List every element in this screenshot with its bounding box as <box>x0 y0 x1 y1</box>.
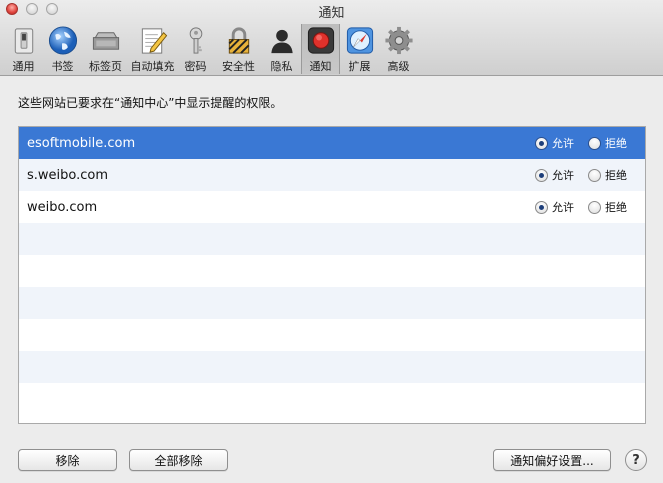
site-row[interactable]: weibo.com 允许 拒绝 <box>19 191 645 223</box>
tabs-icon <box>92 32 119 50</box>
remove-button[interactable]: 移除 <box>18 449 117 471</box>
toolbar-label: 隐私 <box>270 60 293 73</box>
toolbar-label: 高级 <box>387 60 410 73</box>
deny-radio[interactable]: 拒绝 <box>588 135 627 151</box>
radio-indicator <box>535 200 548 214</box>
allow-label: 允许 <box>552 201 574 214</box>
radio-indicator <box>535 168 548 182</box>
toolbar-label: 自动填充 <box>130 60 175 73</box>
permission-radio-group: 允许 拒绝 <box>521 127 627 159</box>
toolbar-label: 密码 <box>184 60 207 73</box>
allow-radio[interactable]: 允许 <box>535 199 574 215</box>
globe-icon <box>48 26 77 55</box>
remove-all-button[interactable]: 全部移除 <box>129 449 228 471</box>
help-button[interactable]: ? <box>625 449 647 471</box>
general-switch-icon <box>14 28 33 54</box>
compass-icon <box>346 27 373 54</box>
preferences-window: 通知 通用 书签 标签页 自动填充 密码 安全性 隐私 通知 扩展 高级 这些网… <box>0 0 663 483</box>
key-icon <box>189 27 202 54</box>
gear-icon <box>384 26 413 55</box>
toolbar-label: 书签 <box>51 60 74 73</box>
empty-row <box>19 319 645 351</box>
toolbar-item-general[interactable]: 通用 <box>4 24 43 74</box>
person-silhouette-icon <box>270 29 293 54</box>
toolbar-label: 通知 <box>309 60 332 73</box>
allow-label: 允许 <box>552 169 574 182</box>
permissions-description: 这些网站已要求在“通知中心”中显示提醒的权限。 <box>18 96 283 110</box>
toolbar-item-privacy[interactable]: 隐私 <box>262 24 301 74</box>
permission-radio-group: 允许 拒绝 <box>521 191 627 223</box>
title-bar: 通知 通用 书签 标签页 自动填充 密码 安全性 隐私 通知 扩展 高级 <box>0 0 663 76</box>
deny-label: 拒绝 <box>605 201 627 214</box>
lock-icon <box>228 27 249 54</box>
radio-indicator <box>535 136 548 150</box>
radio-indicator <box>588 200 601 214</box>
deny-radio[interactable]: 拒绝 <box>588 167 627 183</box>
empty-row <box>19 287 645 319</box>
empty-row <box>19 351 645 383</box>
radio-indicator <box>588 136 601 150</box>
toolbar-item-tabs[interactable]: 标签页 <box>82 24 129 74</box>
empty-row <box>19 383 645 415</box>
site-row[interactable]: esoftmobile.com 允许 拒绝 <box>19 127 645 159</box>
deny-radio[interactable]: 拒绝 <box>588 199 627 215</box>
toolbar-item-advanced[interactable]: 高级 <box>379 24 418 74</box>
allow-radio[interactable]: 允许 <box>535 167 574 183</box>
window-title: 通知 <box>318 6 345 21</box>
toolbar-label: 标签页 <box>89 60 122 73</box>
toolbar-item-extensions[interactable]: 扩展 <box>340 24 379 74</box>
empty-row <box>19 255 645 287</box>
preferences-toolbar: 通用 书签 标签页 自动填充 密码 安全性 隐私 通知 扩展 高级 <box>4 24 418 74</box>
site-row[interactable]: s.weibo.com 允许 拒绝 <box>19 159 645 191</box>
toolbar-item-passwords[interactable]: 密码 <box>176 24 215 74</box>
toolbar-label: 安全性 <box>222 60 255 73</box>
toolbar-label: 通用 <box>12 60 35 73</box>
pencil-form-icon <box>141 28 167 54</box>
permission-radio-group: 允许 拒绝 <box>521 159 627 191</box>
deny-label: 拒绝 <box>605 137 627 150</box>
toolbar-item-autofill[interactable]: 自动填充 <box>129 24 176 74</box>
allow-radio[interactable]: 允许 <box>535 135 574 151</box>
deny-label: 拒绝 <box>605 169 627 182</box>
notification-record-icon <box>307 27 334 54</box>
empty-row <box>19 223 645 255</box>
toolbar-item-security[interactable]: 安全性 <box>215 24 262 74</box>
toolbar-item-bookmarks[interactable]: 书签 <box>43 24 82 74</box>
site-permissions-list[interactable]: esoftmobile.com 允许 拒绝 s.weibo.com 允许 拒绝 … <box>18 126 646 424</box>
allow-label: 允许 <box>552 137 574 150</box>
toolbar-item-notifications[interactable]: 通知 <box>301 24 340 74</box>
radio-indicator <box>588 168 601 182</box>
toolbar-label: 扩展 <box>348 60 371 73</box>
notification-preferences-button[interactable]: 通知偏好设置... <box>493 449 611 471</box>
